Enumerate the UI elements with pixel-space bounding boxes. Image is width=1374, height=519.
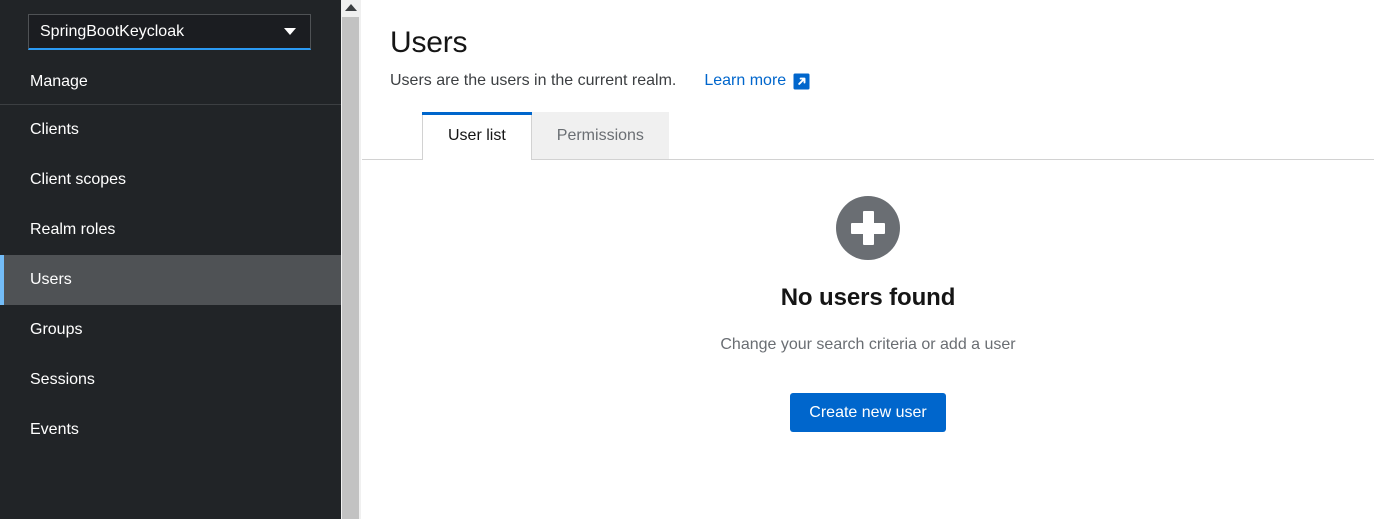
sidebar-item-label: Events <box>30 421 79 439</box>
tab-label: Permissions <box>557 127 644 145</box>
caret-up-icon[interactable] <box>345 4 357 11</box>
scrollbar-thumb[interactable] <box>342 17 359 519</box>
plus-circle-icon <box>836 196 900 260</box>
empty-state: No users found Change your search criter… <box>362 196 1374 432</box>
page-subtitle: Users are the users in the current realm… <box>390 72 676 90</box>
sidebar-item-label: Sessions <box>30 371 95 389</box>
sidebar-item-groups[interactable]: Groups <box>0 305 341 355</box>
sidebar-item-users[interactable]: Users <box>0 255 341 305</box>
tab-user-list[interactable]: User list <box>422 112 532 160</box>
sidebar-item-realm-roles[interactable]: Realm roles <box>0 205 341 255</box>
page-header: Users Users are the users in the current… <box>362 0 1374 90</box>
tab-permissions[interactable]: Permissions <box>532 112 669 159</box>
sidebar-item-label: Groups <box>30 321 82 339</box>
sidebar: SpringBootKeycloak Manage Clients Client… <box>0 0 341 519</box>
sidebar-item-sessions[interactable]: Sessions <box>0 355 341 405</box>
sidebar-item-label: Realm roles <box>30 221 115 239</box>
sidebar-item-events[interactable]: Events <box>0 405 341 455</box>
external-link-icon <box>793 73 810 90</box>
learn-more-link[interactable]: Learn more <box>704 72 810 90</box>
empty-state-body: Change your search criteria or add a use… <box>720 336 1015 354</box>
sidebar-item-label: Client scopes <box>30 171 126 189</box>
sidebar-nav-list: Clients Client scopes Realm roles Users … <box>0 105 341 455</box>
sidebar-item-client-scopes[interactable]: Client scopes <box>0 155 341 205</box>
nav-section-header-manage: Manage <box>0 62 341 105</box>
realm-selector[interactable]: SpringBootKeycloak <box>28 14 311 50</box>
chevron-down-icon <box>284 28 296 35</box>
tab-bar: User list Permissions <box>362 112 1374 160</box>
empty-state-title: No users found <box>781 284 956 312</box>
create-new-user-button[interactable]: Create new user <box>790 393 945 432</box>
sidebar-item-label: Users <box>30 271 72 289</box>
tab-label: User list <box>448 127 506 145</box>
page-title: Users <box>390 26 1374 59</box>
learn-more-label: Learn more <box>704 72 786 90</box>
page-description-row: Users are the users in the current realm… <box>390 72 1374 90</box>
sidebar-scrollbar[interactable] <box>341 0 362 519</box>
main-content: Users Users are the users in the current… <box>362 0 1374 519</box>
realm-selector-value: SpringBootKeycloak <box>40 24 276 40</box>
sidebar-item-clients[interactable]: Clients <box>0 105 341 155</box>
realm-selector-container: SpringBootKeycloak <box>0 0 341 62</box>
keycloak-admin-console: SpringBootKeycloak Manage Clients Client… <box>0 0 1374 519</box>
sidebar-item-label: Clients <box>30 121 79 139</box>
